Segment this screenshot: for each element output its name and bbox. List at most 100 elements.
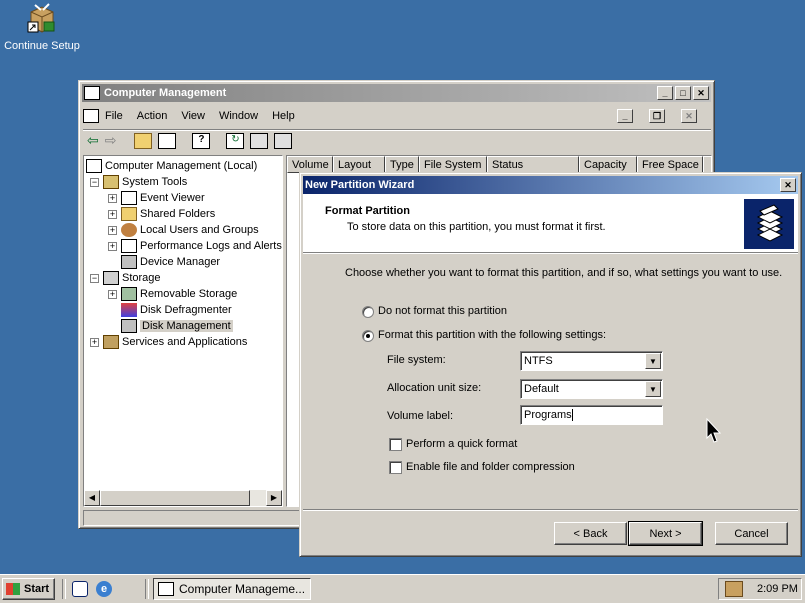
tree-pane[interactable]: Computer Management (Local) − System Too… — [83, 155, 283, 507]
quick-format-label[interactable]: Perform a quick format — [406, 438, 517, 450]
next-button[interactable]: Next > — [628, 521, 703, 546]
clock[interactable]: 2:09 PM — [757, 583, 798, 595]
tree-horizontal-scrollbar[interactable]: ◀ ▶ — [84, 490, 282, 506]
wizard-close-button[interactable]: ✕ — [780, 178, 796, 192]
properties-icon[interactable] — [250, 132, 269, 149]
tree-item-storage[interactable]: − Storage — [90, 270, 161, 286]
column-volume[interactable]: Volume — [287, 156, 333, 173]
performance-icon — [121, 239, 137, 253]
quick-format-checkbox[interactable] — [389, 438, 402, 451]
windows-logo-icon — [6, 583, 20, 595]
column-status[interactable]: Status — [487, 156, 579, 173]
scroll-left-button[interactable]: ◀ — [84, 490, 100, 506]
tree-item-performance-logs[interactable]: + Performance Logs and Alerts — [108, 238, 282, 254]
column-more[interactable] — [703, 156, 711, 173]
taskbar-computer-management-button[interactable]: Computer Manageme... — [153, 578, 311, 600]
close-button[interactable]: ✕ — [693, 86, 709, 100]
minimize-button[interactable]: _ — [657, 86, 673, 100]
collapse-icon[interactable]: − — [90, 273, 99, 283]
show-tree-icon[interactable] — [158, 132, 177, 149]
cm-titlebar[interactable]: Computer Management _ □ ✕ — [82, 84, 711, 102]
continue-setup-shortcut[interactable]: Continue Setup — [4, 2, 80, 52]
up-folder-icon[interactable] — [134, 132, 153, 149]
dropdown-arrow-icon[interactable]: ▼ — [645, 381, 661, 397]
computer-icon — [84, 86, 100, 100]
cancel-button[interactable]: Cancel — [715, 522, 788, 545]
menu-help[interactable]: Help — [272, 110, 295, 122]
file-system-select[interactable]: NTFS ▼ — [520, 351, 663, 371]
forward-arrow-icon[interactable]: ⇨ — [105, 132, 117, 149]
removable-storage-icon — [121, 287, 137, 301]
toolbox-icon — [103, 175, 119, 189]
collapse-icon[interactable]: − — [90, 177, 99, 187]
tree-item-removable-storage[interactable]: + Removable Storage — [108, 286, 237, 302]
tree-item-device-manager[interactable]: Device Manager — [121, 254, 220, 270]
show-desktop-icon[interactable] — [72, 581, 88, 597]
system-tray: 2:09 PM — [718, 578, 802, 600]
expand-icon[interactable]: + — [108, 193, 117, 203]
volume-label-input[interactable]: Programs — [520, 405, 663, 425]
tree-item-computer-management[interactable]: Computer Management (Local) — [86, 158, 257, 174]
expand-icon[interactable]: + — [108, 241, 117, 251]
child-restore-button[interactable]: ❐ — [649, 109, 665, 123]
new-partition-wizard-dialog[interactable]: New Partition Wizard ✕ Format Partition … — [299, 172, 802, 557]
child-close-button[interactable]: ✕ — [681, 109, 697, 123]
back-button[interactable]: < Back — [554, 522, 627, 545]
do-not-format-label[interactable]: Do not format this partition — [378, 305, 507, 317]
column-layout[interactable]: Layout — [333, 156, 385, 173]
column-type[interactable]: Type — [385, 156, 419, 173]
cm-menubar: File Action View Window Help _ ❐ ✕ — [83, 107, 711, 125]
do-not-format-radio[interactable] — [362, 306, 374, 318]
allocation-unit-select[interactable]: Default ▼ — [520, 379, 663, 399]
format-partition-label[interactable]: Format this partition with the following… — [378, 329, 606, 341]
dropdown-arrow-icon[interactable]: ▼ — [645, 353, 661, 369]
device-manager-icon — [121, 255, 137, 269]
menu-file[interactable]: File — [105, 110, 123, 122]
column-capacity[interactable]: Capacity — [579, 156, 637, 173]
column-file-system[interactable]: File System — [419, 156, 487, 173]
mouse-pointer-icon — [706, 417, 722, 447]
menu-view[interactable]: View — [181, 110, 205, 122]
wizard-divider — [303, 509, 798, 511]
tree-item-services-applications[interactable]: + Services and Applications — [90, 334, 247, 350]
disk-management-icon — [121, 319, 137, 333]
tree-item-system-tools[interactable]: − System Tools — [90, 174, 187, 190]
tree-item-local-users[interactable]: + Local Users and Groups — [108, 222, 259, 238]
scroll-right-button[interactable]: ▶ — [266, 490, 282, 506]
tree-item-disk-defragmenter[interactable]: Disk Defragmenter — [121, 302, 232, 318]
wizard-title: New Partition Wizard — [305, 179, 415, 191]
compression-checkbox[interactable] — [389, 461, 402, 474]
expand-icon[interactable]: + — [108, 289, 117, 299]
wizard-header: Format Partition To store data on this p… — [303, 194, 798, 253]
back-arrow-icon[interactable]: ⇦ — [87, 132, 99, 149]
task-separator — [145, 579, 149, 599]
scroll-thumb[interactable] — [100, 490, 250, 506]
computer-icon — [86, 159, 102, 173]
wizard-titlebar[interactable]: New Partition Wizard ✕ — [303, 176, 798, 194]
users-icon — [121, 223, 137, 237]
refresh-icon[interactable]: ↻ — [226, 132, 245, 149]
tree-item-event-viewer[interactable]: + Event Viewer — [108, 190, 205, 206]
help-icon[interactable]: ? — [192, 132, 211, 149]
shared-folder-icon — [121, 207, 137, 221]
defragmenter-icon — [121, 303, 137, 317]
format-partition-radio[interactable] — [362, 330, 374, 342]
child-minimize-button[interactable]: _ — [617, 109, 633, 123]
disk-settings-icon[interactable] — [274, 132, 293, 149]
compression-label[interactable]: Enable file and folder compression — [406, 461, 575, 473]
internet-explorer-icon[interactable]: e — [96, 581, 112, 597]
desktop-icon-label: Continue Setup — [4, 40, 80, 52]
menu-action[interactable]: Action — [137, 110, 168, 122]
tree-item-disk-management[interactable]: Disk Management — [121, 318, 233, 334]
tree-item-shared-folders[interactable]: + Shared Folders — [108, 206, 215, 222]
expand-icon[interactable]: + — [108, 225, 117, 235]
volume-label-label: Volume label: — [387, 410, 454, 422]
expand-icon[interactable]: + — [108, 209, 117, 219]
menu-window[interactable]: Window — [219, 110, 258, 122]
start-button[interactable]: Start — [2, 578, 55, 600]
column-free-space[interactable]: Free Space — [637, 156, 703, 173]
setup-tray-icon[interactable] — [725, 581, 743, 597]
maximize-button[interactable]: □ — [675, 86, 691, 100]
wizard-instruction: Choose whether you want to format this p… — [345, 267, 783, 279]
expand-icon[interactable]: + — [90, 337, 99, 347]
